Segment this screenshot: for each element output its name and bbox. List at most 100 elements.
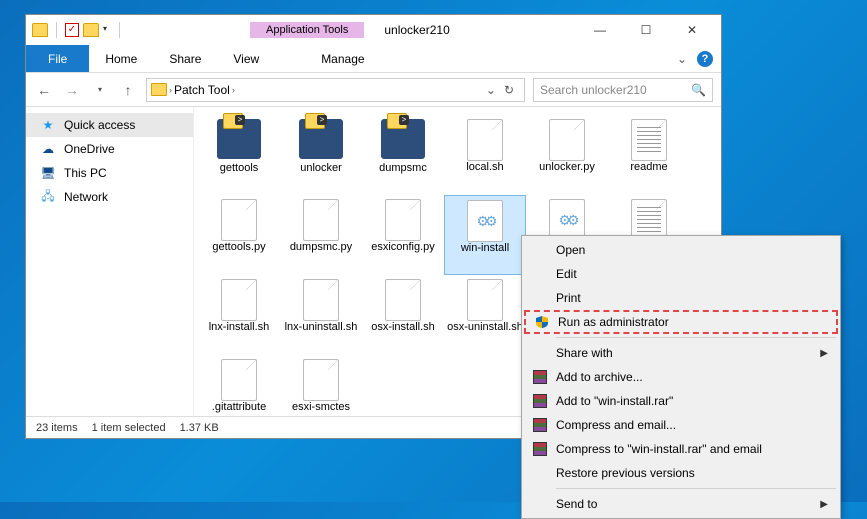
doc-file-icon [221, 279, 257, 321]
file-item[interactable]: unlocker [280, 115, 362, 195]
ctx-add-rar[interactable]: Add to "win-install.rar" [524, 389, 838, 413]
nav-quick-access[interactable]: ★Quick access [26, 113, 193, 137]
doc-file-icon [549, 119, 585, 161]
contextual-tab-label: Application Tools [250, 22, 364, 38]
rar-icon [532, 369, 548, 385]
nav-network[interactable]: 🖧Network [26, 185, 193, 209]
file-item[interactable]: dumpsmc [362, 115, 444, 195]
address-dropdown-icon[interactable]: ⌄ [486, 83, 496, 97]
forward-button[interactable]: → [62, 80, 82, 100]
selection-count: 1 item selected [92, 422, 166, 434]
path-segment[interactable]: Patch Tool [174, 83, 230, 97]
network-icon: 🖧 [40, 189, 56, 205]
close-button[interactable]: ✕ [669, 16, 715, 44]
ribbon-expand-icon[interactable]: ⌄ [677, 52, 687, 66]
doc-file-icon [467, 279, 503, 321]
search-icon[interactable]: 🔍 [691, 83, 706, 97]
file-item[interactable]: lnx-install.sh [198, 275, 280, 355]
ctx-compress-rar-email[interactable]: Compress to "win-install.rar" and email [524, 437, 838, 461]
shield-icon [534, 314, 550, 330]
rar-icon [532, 417, 548, 433]
file-item[interactable]: readme [608, 115, 690, 195]
chevron-right-icon[interactable]: › [169, 85, 172, 95]
file-item[interactable]: local.sh [444, 115, 526, 195]
new-folder-icon[interactable] [83, 23, 99, 37]
separator [56, 22, 57, 38]
item-count: 23 items [36, 422, 78, 434]
nav-this-pc[interactable]: 🖥This PC [26, 161, 193, 185]
chevron-right-icon[interactable]: › [232, 85, 235, 95]
refresh-icon[interactable]: ↻ [504, 83, 514, 97]
ctx-restore-versions[interactable]: Restore previous versions [524, 461, 838, 485]
window-controls: — ☐ ✕ [577, 16, 715, 44]
ctx-edit[interactable]: Edit [524, 262, 838, 286]
file-name: gettools [220, 162, 259, 175]
batch-file-icon [381, 119, 425, 159]
ctx-label: Restore previous versions [556, 466, 695, 480]
back-button[interactable]: ← [34, 80, 54, 100]
address-bar[interactable]: › Patch Tool › ⌄ ↻ [146, 78, 525, 102]
file-item[interactable]: lnx-uninstall.sh [280, 275, 362, 355]
cfg-file-icon [467, 200, 503, 242]
ctx-label: Run as administrator [558, 315, 669, 329]
ctx-share-with[interactable]: Share with▶ [524, 341, 838, 365]
tab-view[interactable]: View [217, 45, 275, 72]
doc-file-icon [303, 199, 339, 241]
properties-icon[interactable]: ✓ [65, 23, 79, 37]
ctx-print[interactable]: Print [524, 286, 838, 310]
file-item[interactable]: gettools.py [198, 195, 280, 275]
separator [556, 488, 836, 489]
search-input[interactable]: Search unlocker210 🔍 [533, 78, 713, 102]
maximize-button[interactable]: ☐ [623, 16, 669, 44]
ctx-add-archive[interactable]: Add to archive... [524, 365, 838, 389]
file-name: esxiconfig.py [371, 241, 435, 254]
file-name: .gitattribute [212, 401, 266, 414]
help-icon[interactable]: ? [697, 51, 713, 67]
file-item[interactable]: osx-install.sh [362, 275, 444, 355]
minimize-button[interactable]: — [577, 16, 623, 44]
folder-icon[interactable] [32, 23, 48, 37]
file-name: osx-install.sh [371, 321, 435, 334]
file-name: win-install [461, 242, 509, 255]
file-name: dumpsmc [379, 162, 427, 175]
doc-file-icon [385, 279, 421, 321]
rar-icon [532, 393, 548, 409]
file-item[interactable]: osx-uninstall.sh [444, 275, 526, 355]
ctx-run-as-admin[interactable]: Run as administrator [524, 310, 838, 334]
ctx-label: Print [556, 291, 581, 305]
file-item[interactable]: unlocker.py [526, 115, 608, 195]
file-item[interactable]: esxi-smctes [280, 355, 362, 416]
file-name: unlocker.py [539, 161, 595, 174]
file-item[interactable]: win-install [444, 195, 526, 275]
file-item[interactable]: gettools [198, 115, 280, 195]
up-button[interactable]: ↑ [118, 80, 138, 100]
tab-file[interactable]: File [26, 45, 89, 72]
tab-home[interactable]: Home [89, 45, 153, 72]
address-bar-row: ← → ▾ ↑ › Patch Tool › ⌄ ↻ Search unlock… [26, 73, 721, 107]
file-item[interactable]: .gitattribute [198, 355, 280, 416]
file-name: local.sh [466, 161, 503, 174]
ctx-open[interactable]: Open [524, 238, 838, 262]
batch-file-icon [299, 119, 343, 159]
separator [119, 22, 120, 38]
qat-dropdown-icon[interactable]: ▾ [103, 24, 111, 36]
ctx-label: Compress and email... [556, 418, 676, 432]
separator [556, 337, 836, 338]
star-icon: ★ [40, 117, 56, 133]
ctx-compress-email[interactable]: Compress and email... [524, 413, 838, 437]
context-menu: Open Edit Print Run as administrator Sha… [521, 235, 841, 519]
tab-share[interactable]: Share [153, 45, 217, 72]
file-item[interactable]: dumpsmc.py [280, 195, 362, 275]
ctx-send-to[interactable]: Send to▶ [524, 492, 838, 516]
submenu-arrow-icon: ▶ [820, 348, 828, 359]
doc-file-icon [303, 359, 339, 401]
doc-file-icon [221, 359, 257, 401]
nav-onedrive[interactable]: ☁OneDrive [26, 137, 193, 161]
folder-icon [151, 83, 167, 96]
doc-file-icon [303, 279, 339, 321]
file-name: osx-uninstall.sh [447, 321, 523, 334]
history-dropdown-icon[interactable]: ▾ [90, 80, 110, 100]
ctx-label: Add to archive... [556, 370, 643, 384]
tab-manage[interactable]: Manage [305, 45, 380, 72]
file-item[interactable]: esxiconfig.py [362, 195, 444, 275]
